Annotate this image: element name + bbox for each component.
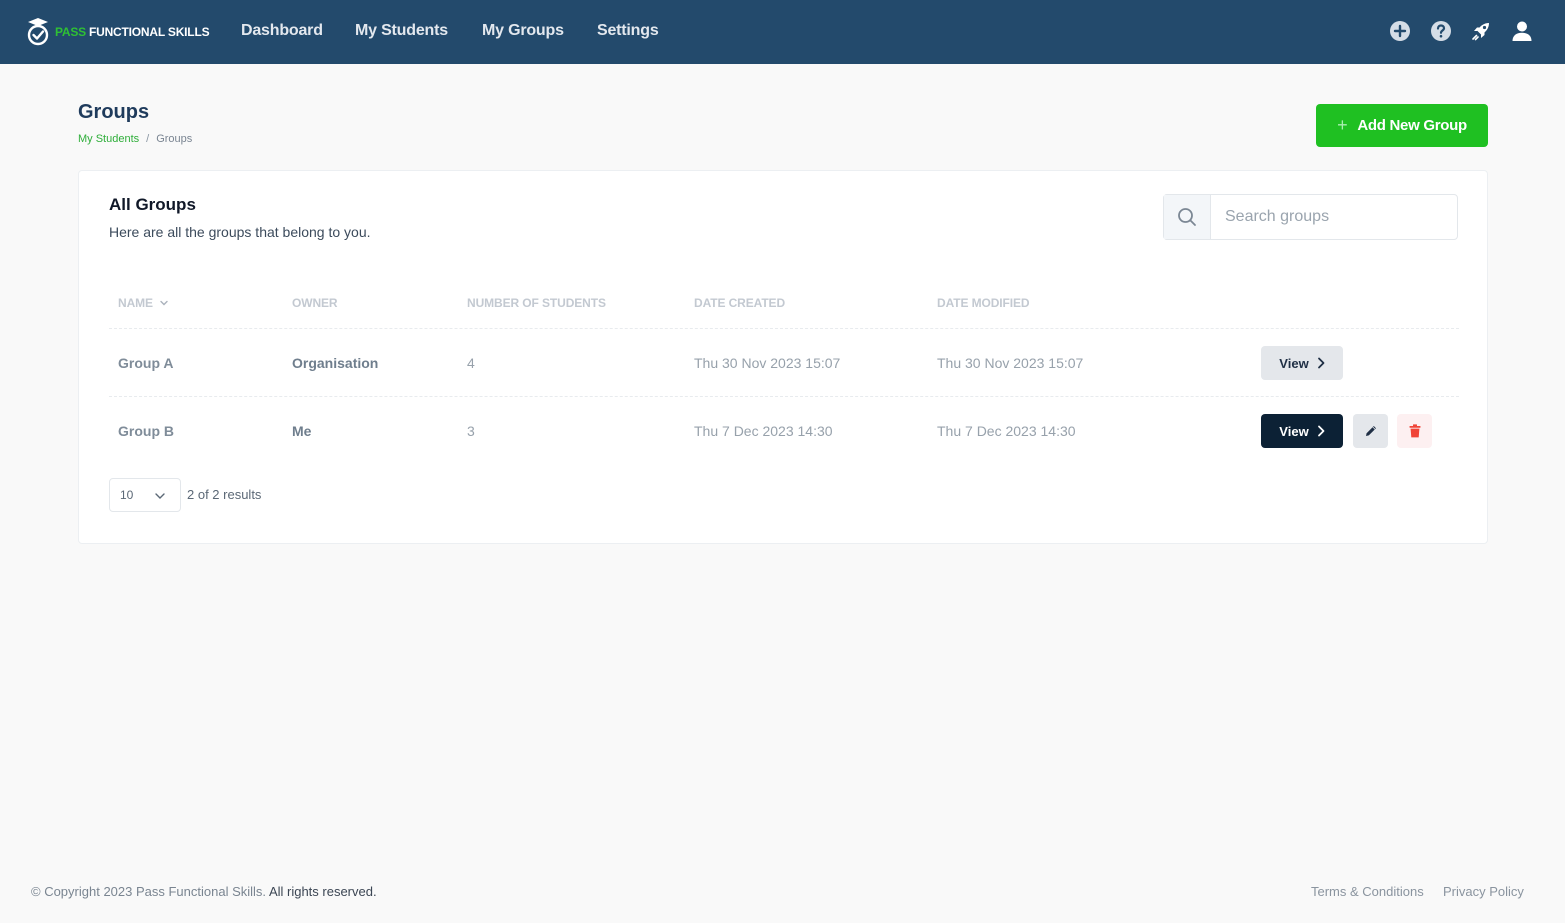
graduation-check-icon <box>27 18 49 46</box>
search-box <box>1163 194 1458 240</box>
privacy-link[interactable]: Privacy Policy <box>1443 884 1524 899</box>
page-size-value: 10 <box>120 488 134 502</box>
nav-settings[interactable]: Settings <box>597 22 659 40</box>
view-group-button[interactable]: View <box>1261 346 1343 380</box>
breadcrumb-my-students[interactable]: My Students <box>78 133 139 145</box>
breadcrumb-groups: Groups <box>156 133 193 145</box>
nav-dashboard[interactable]: Dashboard <box>241 22 323 40</box>
pencil-icon <box>1365 426 1376 436</box>
page-size-select[interactable]: 10 <box>109 478 181 512</box>
rights-text: All rights reserved. <box>268 884 377 899</box>
column-header-students: NUMBER OF STUDENTS <box>467 296 606 310</box>
brand-name-pass: PASS <box>55 25 86 39</box>
row-divider <box>109 328 1459 329</box>
column-header-name[interactable]: NAME <box>118 296 169 310</box>
view-label: View <box>1279 423 1309 439</box>
rocket-icon[interactable] <box>1470 20 1492 42</box>
chevron-right-icon <box>1317 357 1325 369</box>
breadcrumb: My Students / Groups <box>78 133 192 145</box>
user-icon[interactable] <box>1511 20 1533 42</box>
help-circle-icon[interactable] <box>1430 20 1452 42</box>
delete-group-button[interactable] <box>1397 414 1432 448</box>
add-new-group-button[interactable]: + Add New Group <box>1316 104 1488 147</box>
group-date-created: Thu 7 Dec 2023 14:30 <box>694 423 833 439</box>
copyright-text: © Copyright 2023 Pass Functional Skills. <box>31 884 267 899</box>
page-title: Groups <box>78 101 150 123</box>
results-count: 2 of 2 results <box>187 487 262 502</box>
nav-my-students[interactable]: My Students <box>355 22 448 40</box>
column-header-name-label: NAME <box>118 296 153 310</box>
group-students-count: 4 <box>467 355 475 371</box>
group-students-count: 3 <box>467 423 475 439</box>
search-icon <box>1178 208 1196 226</box>
group-owner: Organisation <box>292 355 379 371</box>
column-header-date-created: DATE CREATED <box>694 296 786 310</box>
groups-card: All Groups Here are all the groups that … <box>78 170 1488 544</box>
nav-my-groups[interactable]: My Groups <box>482 22 564 40</box>
column-header-date-modified: DATE MODIFIED <box>937 296 1030 310</box>
card-title: All Groups <box>109 195 196 214</box>
chevron-right-icon <box>1317 425 1325 437</box>
search-icon-box <box>1164 195 1211 239</box>
plus-icon: + <box>1337 115 1348 135</box>
brand-logo[interactable]: PASS FUNCTIONAL SKILLS <box>25 16 210 48</box>
view-group-button[interactable]: View <box>1261 414 1343 448</box>
breadcrumb-separator: / <box>146 133 150 145</box>
group-date-modified: Thu 30 Nov 2023 15:07 <box>937 355 1084 371</box>
column-header-owner: OWNER <box>292 296 338 310</box>
chevron-down-icon <box>155 493 165 499</box>
footer-copyright: © Copyright 2023 Pass Functional Skills.… <box>31 884 377 899</box>
row-divider <box>109 396 1459 397</box>
brand-name-functional-skills: FUNCTIONAL SKILLS <box>89 25 210 39</box>
add-new-group-label: Add New Group <box>1357 117 1467 134</box>
terms-link[interactable]: Terms & Conditions <box>1311 884 1424 899</box>
group-name[interactable]: Group A <box>118 355 173 371</box>
group-owner: Me <box>292 423 312 439</box>
search-input[interactable] <box>1211 195 1457 239</box>
view-label: View <box>1279 355 1309 371</box>
plus-circle-icon[interactable] <box>1389 20 1411 42</box>
top-navbar: PASS FUNCTIONAL SKILLS Dashboard My Stud… <box>0 0 1565 64</box>
group-date-created: Thu 30 Nov 2023 15:07 <box>694 355 841 371</box>
group-date-modified: Thu 7 Dec 2023 14:30 <box>937 423 1076 439</box>
group-name[interactable]: Group B <box>118 423 174 439</box>
card-subtitle: Here are all the groups that belong to y… <box>109 224 371 240</box>
trash-icon <box>1409 424 1420 438</box>
sort-chevron-down-icon <box>160 300 168 306</box>
edit-group-button[interactable] <box>1353 414 1388 448</box>
